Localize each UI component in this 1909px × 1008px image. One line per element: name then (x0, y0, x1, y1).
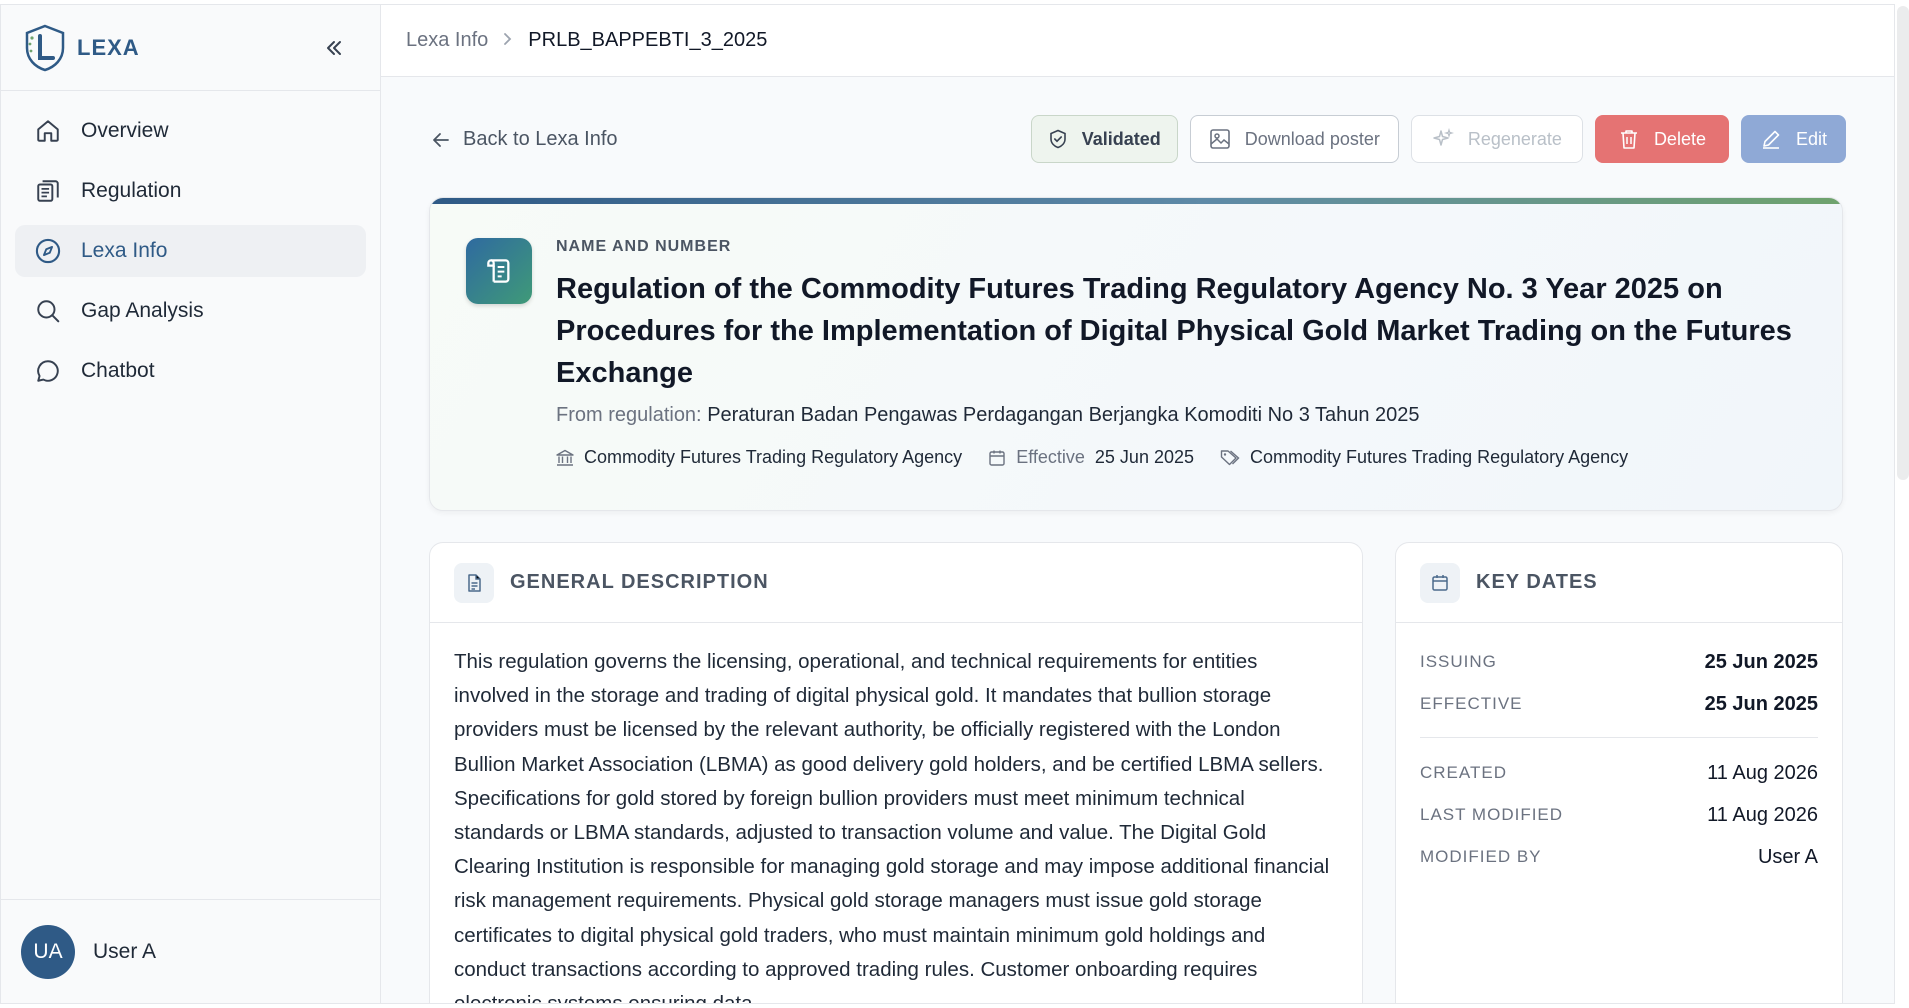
date-row-created: CREATED 11 Aug 2026 (1420, 752, 1818, 794)
effective-label: Effective (1016, 447, 1085, 467)
category-tag: Commodity Futures Trading Regulatory Age… (1220, 447, 1628, 468)
gradient-accent-bar (430, 198, 1842, 204)
sidebar-item-regulation[interactable]: Regulation (15, 165, 366, 217)
main-content: Lexa Info PRLB_BAPPEBTI_3_2025 Back to L… (381, 5, 1894, 1003)
card-title: GENERAL DESCRIPTION (510, 571, 769, 593)
scroll-document-icon (466, 238, 532, 304)
sidebar-item-label: Overview (81, 119, 169, 142)
regenerate-button[interactable]: Regenerate (1410, 115, 1583, 163)
user-name: User A (93, 939, 157, 963)
validated-badge-button[interactable]: Validated (1030, 115, 1178, 163)
from-regulation-value: Peraturan Badan Pengawas Perdagangan Ber… (707, 404, 1420, 426)
chevron-right-icon (502, 30, 514, 51)
regenerate-label: Regenerate (1467, 128, 1562, 149)
date-value: 25 Jun 2025 (1704, 692, 1818, 715)
app-window: LEXA Overview Regulation Lexa Info Gap A… (0, 4, 1895, 1004)
edit-button[interactable]: Edit (1740, 115, 1846, 163)
validated-label: Validated (1081, 128, 1161, 149)
date-label: CREATED (1420, 763, 1507, 782)
tag-label: Commodity Futures Trading Regulatory Age… (1250, 447, 1629, 467)
key-dates-card: KEY DATES ISSUING 25 Jun 2025 EFFECTIVE … (1395, 542, 1843, 1003)
download-poster-button[interactable]: Download poster (1189, 115, 1399, 163)
regulation-title: Regulation of the Commodity Futures Trad… (556, 273, 1792, 389)
description-text: This regulation governs the licensing, o… (454, 650, 1330, 1003)
divider (1420, 737, 1818, 738)
double-chevron-left-icon (327, 41, 341, 55)
date-label: MODIFIED BY (1420, 847, 1542, 866)
key-dates-list: ISSUING 25 Jun 2025 EFFECTIVE 25 Jun 202… (1396, 623, 1842, 878)
effective-value: 25 Jun 2025 (1094, 447, 1194, 467)
date-row-issuing: ISSUING 25 Jun 2025 (1420, 641, 1818, 683)
date-row-effective: EFFECTIVE 25 Jun 2025 (1420, 683, 1818, 725)
date-label: LAST MODIFIED (1420, 805, 1564, 824)
card-title: KEY DATES (1476, 571, 1598, 593)
date-row-modified-by: MODIFIED BY User A (1420, 836, 1818, 878)
document-icon (454, 562, 494, 603)
issuing-agency: Commodity Futures Trading Regulatory Age… (556, 447, 962, 468)
image-download-icon (1209, 128, 1231, 150)
regulation-header-card: NAME AND NUMBER Regulation of the Commod… (429, 197, 1843, 511)
search-icon (33, 296, 63, 326)
arrow-left-icon (431, 130, 451, 150)
date-value: 25 Jun 2025 (1704, 650, 1818, 673)
calendar-icon (988, 449, 1006, 467)
action-toolbar: Validated Download poster Regenerate Del… (1030, 115, 1846, 163)
card-header: KEY DATES (1396, 543, 1842, 623)
hero-content: NAME AND NUMBER Regulation of the Commod… (556, 238, 1826, 468)
sidebar-item-chatbot[interactable]: Chatbot (15, 345, 366, 397)
chat-bubble-icon (33, 356, 63, 386)
breadcrumb: Lexa Info PRLB_BAPPEBTI_3_2025 (381, 5, 1894, 77)
date-label: ISSUING (1420, 652, 1497, 671)
section-eyebrow: NAME AND NUMBER (556, 238, 732, 255)
back-label: Back to Lexa Info (463, 128, 618, 150)
delete-label: Delete (1653, 128, 1706, 149)
trash-icon (1618, 128, 1640, 150)
effective-date: Effective 25 Jun 2025 (988, 447, 1194, 468)
from-regulation: From regulation: Peraturan Badan Pengawa… (556, 404, 1826, 427)
avatar: UA (21, 924, 75, 979)
edit-label: Edit (1795, 128, 1827, 149)
user-profile[interactable]: UA User A (1, 899, 380, 1003)
home-icon (33, 116, 63, 146)
lexa-logo-icon (23, 24, 67, 72)
from-regulation-label: From regulation: (556, 404, 702, 426)
shield-check-icon (1048, 129, 1068, 149)
date-label: EFFECTIVE (1420, 694, 1523, 713)
sidebar-item-label: Gap Analysis (81, 299, 204, 322)
delete-button[interactable]: Delete (1594, 115, 1729, 163)
calendar-icon (1420, 562, 1460, 603)
institution-icon (556, 449, 574, 467)
date-value: User A (1757, 845, 1818, 868)
general-description-card: GENERAL DESCRIPTION This regulation gove… (429, 542, 1363, 1003)
sidebar-item-gap-analysis[interactable]: Gap Analysis (15, 285, 366, 337)
sparkles-icon (1432, 128, 1454, 150)
breadcrumb-parent-link[interactable]: Lexa Info (406, 29, 488, 52)
sidebar-item-label: Regulation (81, 179, 182, 202)
sidebar-nav: Overview Regulation Lexa Info Gap Analys… (1, 91, 380, 397)
meta-row: Commodity Futures Trading Regulatory Age… (556, 447, 1826, 468)
date-value: 11 Aug 2026 (1707, 761, 1818, 784)
sidebar-item-label: Lexa Info (81, 239, 168, 262)
breadcrumb-current: PRLB_BAPPEBTI_3_2025 (528, 29, 768, 51)
pencil-icon (1760, 128, 1782, 150)
date-row-last-modified: LAST MODIFIED 11 Aug 2026 (1420, 794, 1818, 836)
agency-name: Commodity Futures Trading Regulatory Age… (584, 447, 963, 467)
compass-icon (33, 236, 63, 266)
brand-name: LEXA (77, 34, 140, 60)
sidebar-item-overview[interactable]: Overview (15, 105, 366, 157)
date-value: 11 Aug 2026 (1707, 803, 1818, 826)
tag-icon (1220, 449, 1240, 467)
page-scrollbar[interactable] (1897, 6, 1909, 480)
sidebar: LEXA Overview Regulation Lexa Info Gap A… (1, 5, 381, 1003)
card-header: GENERAL DESCRIPTION (430, 543, 1362, 623)
sidebar-item-label: Chatbot (81, 359, 155, 382)
collapse-sidebar-button[interactable] (319, 33, 349, 63)
download-poster-label: Download poster (1244, 128, 1380, 149)
sidebar-item-lexa-info[interactable]: Lexa Info (15, 225, 366, 277)
back-button[interactable]: Back to Lexa Info (431, 128, 618, 151)
document-list-icon (33, 176, 63, 206)
